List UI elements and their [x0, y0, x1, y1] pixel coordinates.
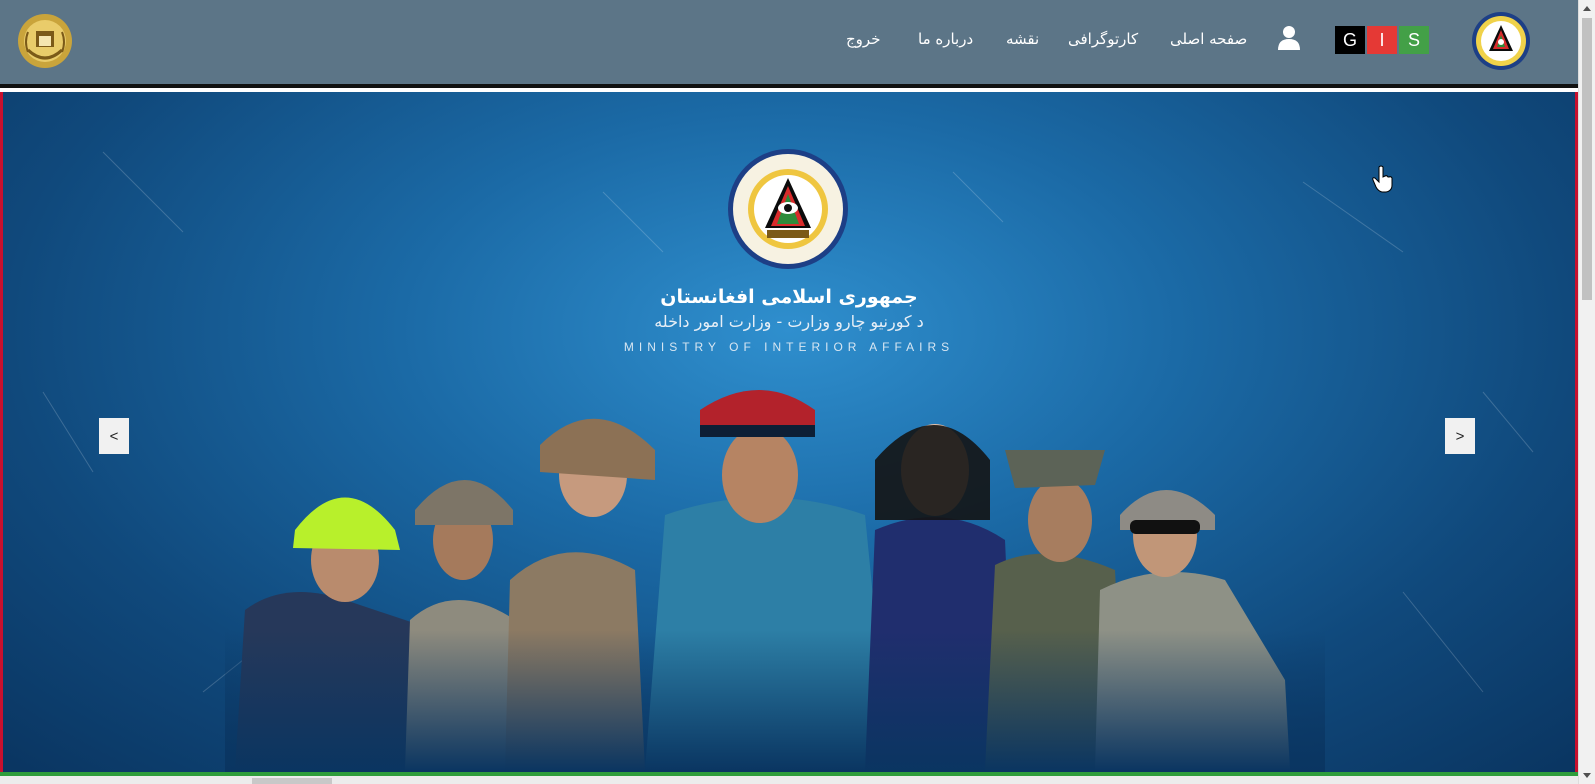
hero-english-title: MINISTRY OF INTERIOR AFFAIRS [623, 340, 955, 354]
gis-badge[interactable]: G I S [1333, 26, 1429, 54]
nav-logout[interactable]: خروج [846, 30, 880, 48]
vertical-scrollbar[interactable] [1578, 0, 1595, 784]
police-seal-icon[interactable] [1471, 11, 1531, 71]
slider-prev-button[interactable]: < [99, 418, 129, 454]
nav-home[interactable]: صفحه اصلی [1170, 30, 1247, 48]
nav-about[interactable]: درباره ما [918, 30, 973, 48]
hand-cursor-icon [1372, 165, 1393, 193]
horizontal-scroll-thumb[interactable] [252, 778, 332, 784]
user-icon[interactable] [1277, 24, 1301, 50]
gis-letter-i: I [1367, 26, 1397, 54]
scroll-up-icon[interactable] [1583, 6, 1591, 11]
nav-cartography[interactable]: کارتوگرافی [1068, 30, 1138, 48]
bottom-accent-line [0, 772, 1578, 776]
gis-letter-g: G [1335, 26, 1365, 54]
gis-letter-s: S [1399, 26, 1429, 54]
hero-subtitle: د کورنیو چارو وزارت - وزارت امور داخله [654, 312, 924, 331]
slider-next-button[interactable]: > [1445, 418, 1475, 454]
hero-title: جمهوری اسلامی افغانستان [660, 286, 918, 308]
scroll-down-icon[interactable] [1583, 773, 1591, 778]
top-navigation-bar: صفحه اصلی کارتوگرافی نقشه درباره ما خروج… [0, 0, 1578, 88]
scroll-thumb[interactable] [1582, 18, 1592, 300]
national-emblem-icon[interactable] [16, 12, 74, 70]
nav-map[interactable]: نقشه [1006, 30, 1039, 48]
personnel-group-illustration [225, 390, 1325, 772]
ministry-seal-icon [728, 149, 848, 269]
